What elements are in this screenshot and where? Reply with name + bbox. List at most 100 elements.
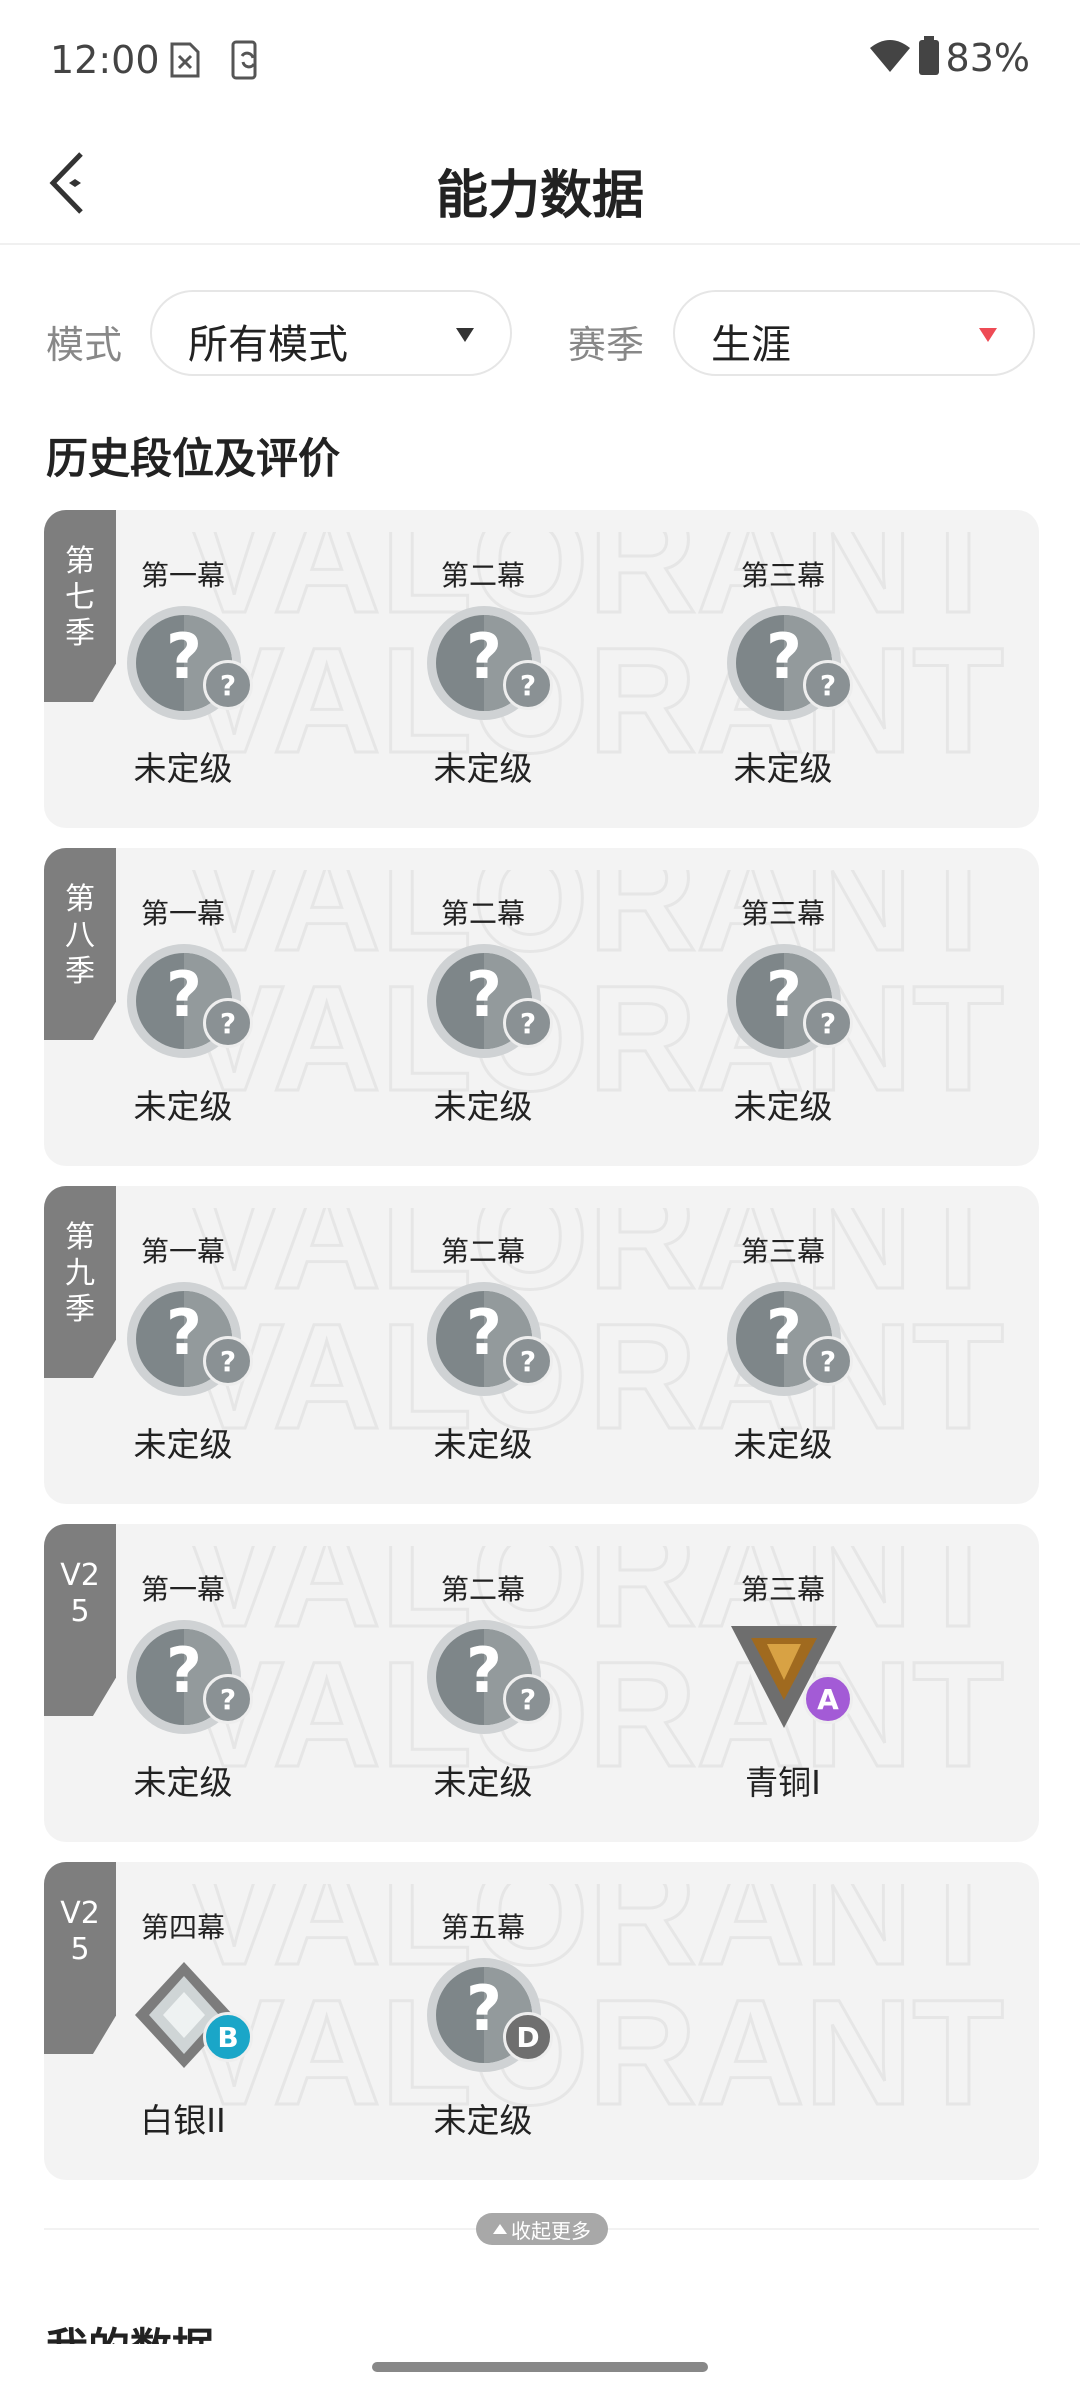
status-bar: 12:00 83% (0, 0, 1080, 125)
act-item[interactable]: 第三幕 A 青铜I (683, 1524, 883, 1842)
act-rank-label: 未定级 (433, 1763, 533, 1802)
home-indicator[interactable] (372, 2362, 708, 2372)
mode-select[interactable]: 所有模式 (150, 290, 512, 376)
unranked-icon: ?? (427, 944, 557, 1074)
act-name: 第五幕 (440, 1911, 525, 1944)
act-rank-label: 白银II (140, 2101, 226, 2140)
valorant-watermark-icon: VALORANTVALORANT (184, 532, 1006, 786)
act-item[interactable]: 第三幕?? 未定级 (683, 848, 883, 1166)
caret-down-icon (456, 328, 474, 342)
act-rank-label: 未定级 (433, 2101, 533, 2140)
act-name: 第二幕 (440, 1235, 525, 1268)
section-title-rank-history: 历史段位及评价 (46, 434, 341, 483)
question-mark-glyph: ? (166, 1634, 202, 1707)
season-label: 赛季 (568, 323, 645, 367)
act-rank-label: 未定级 (733, 1425, 833, 1464)
valorant-watermark-icon: VALORANTVALORANT (184, 1208, 1006, 1462)
act-rank-label: 未定级 (433, 1087, 533, 1126)
watermark-text: VALORANT (184, 1968, 1004, 2136)
act-item[interactable]: 第一幕?? 未定级 (83, 510, 283, 828)
unranked-icon: ?? (427, 1620, 557, 1750)
act-rank-label: 未定级 (133, 749, 233, 788)
act-item[interactable]: 第二幕?? 未定级 (383, 510, 583, 828)
unranked-icon: ?? (127, 1282, 257, 1412)
act-name: 第二幕 (440, 559, 525, 592)
valorant-watermark-icon: VALORANTVALORANT (184, 1884, 1006, 2138)
question-mark-glyph: ? (466, 1634, 502, 1707)
rank-badge: B (203, 2012, 253, 2062)
act-item[interactable]: 第五幕 ? D 未定级 (383, 1862, 583, 2180)
act-item[interactable]: 第二幕?? 未定级 (383, 848, 583, 1166)
season-card: VALORANTVALORANTV25第一幕??未定级第二幕??未定级第三幕A青… (44, 1524, 1039, 1842)
collapse-more-button[interactable]: 收起更多 (476, 2213, 608, 2245)
caret-down-icon (979, 328, 997, 342)
wifi-icon (868, 38, 912, 78)
act-item[interactable]: 第一幕?? 未定级 (83, 848, 283, 1166)
mode-label: 模式 (46, 323, 123, 367)
season-card: VALORANTVALORANT第八季第一幕??未定级第二幕??未定级第三幕??… (44, 848, 1039, 1166)
question-mark-glyph: ? (466, 1296, 502, 1369)
section-title-my-data: 我的数据 (46, 2326, 214, 2344)
act-item[interactable]: 第三幕?? 未定级 (683, 510, 883, 828)
act-item[interactable]: 第四幕 B 白银II (83, 1862, 283, 2180)
act-name: 第一幕 (140, 897, 225, 930)
question-mark-glyph: ? (466, 1972, 502, 2045)
bronze-rank-icon: A (727, 1620, 857, 1750)
act-rank-label: 未定级 (433, 1425, 533, 1464)
act-rank-label: 未定级 (733, 1087, 833, 1126)
season-select[interactable]: 生涯 (673, 290, 1035, 376)
act-name: 第二幕 (440, 1573, 525, 1606)
act-name: 第一幕 (140, 559, 225, 592)
valorant-watermark-icon: VALORANTVALORANT (184, 1546, 1006, 1800)
act-item[interactable]: 第二幕?? 未定级 (383, 1186, 583, 1504)
act-name: 第一幕 (140, 1573, 225, 1606)
act-rank-label: 未定级 (433, 749, 533, 788)
silver-rank-icon: B (127, 1958, 257, 2088)
act-rank-label: 未定级 (133, 1425, 233, 1464)
season-card: VALORANTVALORANTV25第四幕B白银II第五幕?D未定级 (44, 1862, 1039, 2180)
question-mark-glyph: ? (166, 620, 202, 693)
act-rank-label: 青铜I (745, 1763, 821, 1802)
act-name: 第四幕 (140, 1911, 225, 1944)
unranked-icon: ?? (127, 944, 257, 1074)
page-title: 能力数据 (435, 166, 644, 226)
season-card: VALORANTVALORANT第九季第一幕??未定级第二幕??未定级第三幕??… (44, 1186, 1039, 1504)
question-mark-glyph: ? (466, 958, 502, 1031)
collapse-more-label: 收起更多 (511, 2218, 591, 2243)
sim-card-icon (168, 40, 202, 80)
act-name: 第三幕 (740, 559, 825, 592)
season-select-value: 生涯 (711, 322, 791, 368)
unranked-icon: ?? (427, 1282, 557, 1412)
act-name: 第二幕 (440, 897, 525, 930)
act-item[interactable]: 第二幕?? 未定级 (383, 1524, 583, 1842)
question-mark-glyph: ? (166, 958, 202, 1031)
question-mark-glyph: ? (466, 620, 502, 693)
phone-sync-icon (230, 40, 264, 80)
page-header: 能力数据 (0, 125, 1080, 245)
act-rank-label: 未定级 (133, 1763, 233, 1802)
unranked-icon: ?? (727, 1282, 857, 1412)
caret-up-icon (493, 2224, 507, 2234)
question-mark-glyph: ? (766, 1296, 802, 1369)
battery-percent: 83% (945, 36, 1030, 80)
unranked-icon: ?? (727, 944, 857, 1074)
battery-icon (918, 36, 940, 80)
act-item[interactable]: 第三幕?? 未定级 (683, 1186, 883, 1504)
status-right: 83% (868, 36, 1030, 80)
mode-select-value: 所有模式 (188, 322, 348, 368)
status-time: 12:00 (50, 38, 160, 82)
act-item[interactable]: 第一幕?? 未定级 (83, 1524, 283, 1842)
act-name: 第三幕 (740, 1573, 825, 1606)
act-rank-label: 未定级 (733, 749, 833, 788)
rank-badge: A (803, 1674, 853, 1724)
unranked-icon: ?? (127, 1620, 257, 1750)
unranked-icon: ?? (127, 606, 257, 736)
act-item[interactable]: 第一幕?? 未定级 (83, 1186, 283, 1504)
question-mark-glyph: ? (166, 1296, 202, 1369)
season-card: VALORANTVALORANT第七季第一幕??未定级第二幕??未定级第三幕??… (44, 510, 1039, 828)
question-mark-glyph: ? (766, 620, 802, 693)
act-name: 第三幕 (740, 897, 825, 930)
filter-bar: 模式 所有模式 赛季 生涯 (0, 290, 1080, 380)
unranked-icon: ? D (427, 1958, 557, 2088)
act-name: 第一幕 (140, 1235, 225, 1268)
